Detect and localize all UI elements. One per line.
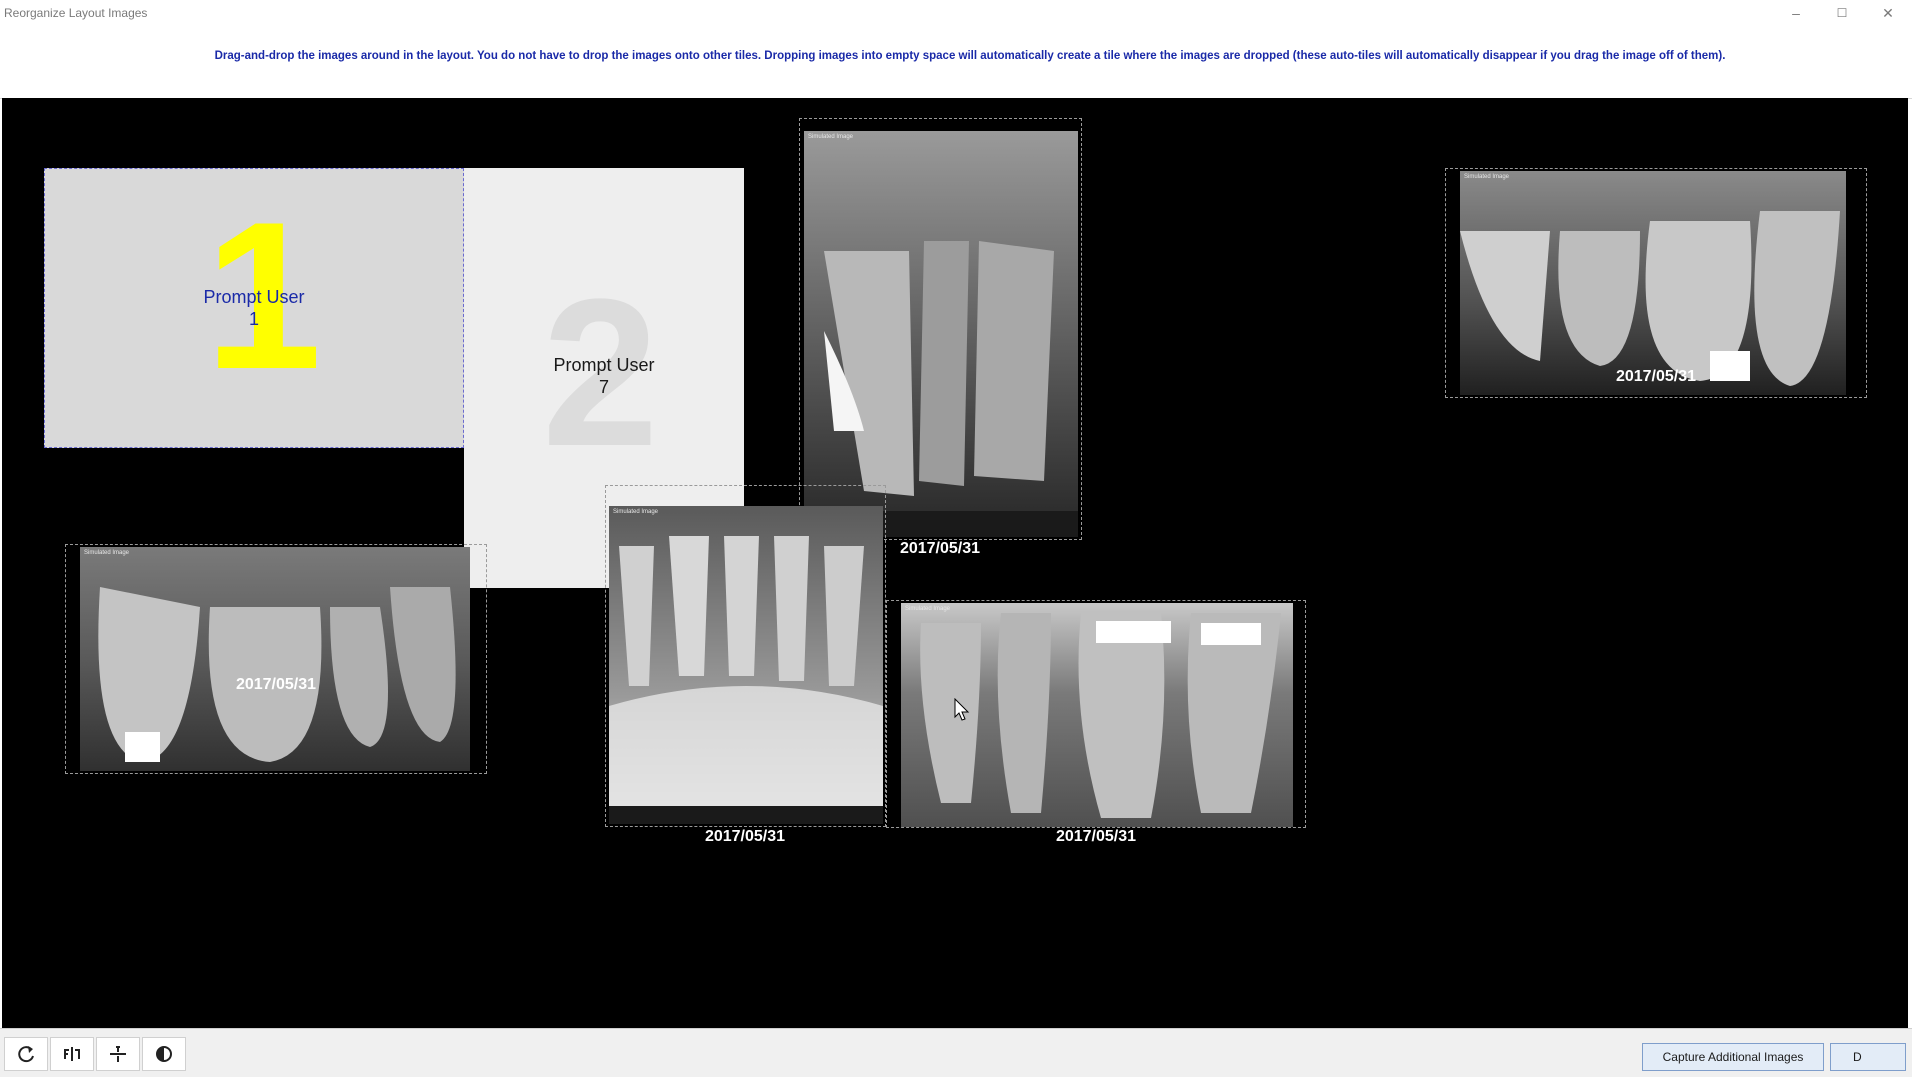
image-date-4: 2017/05/31 — [704, 828, 786, 845]
done-button[interactable]: D — [1830, 1043, 1906, 1071]
prompt-user-label-2: Prompt User 7 — [464, 354, 744, 398]
prompt-user-text-2: Prompt User — [553, 355, 655, 375]
image-tile-5[interactable]: Simulated Image — [886, 600, 1306, 828]
flip-horizontal-button[interactable] — [50, 1037, 94, 1071]
maximize-button[interactable]: ☐ — [1820, 0, 1864, 26]
instructions-text: Drag-and-drop the images around in the l… — [214, 50, 1726, 62]
capture-additional-images-button[interactable]: Capture Additional Images — [1642, 1043, 1824, 1071]
xray-image-3[interactable]: Simulated Image — [80, 547, 470, 771]
xray-image-2[interactable]: Simulated Image — [1460, 171, 1846, 395]
simulated-image-label-4: Simulated Image — [613, 509, 659, 515]
title-bar: Reorganize Layout Images – ☐ ✕ — [0, 0, 1912, 27]
image-tile-4[interactable]: Simulated Image — [605, 485, 886, 827]
close-button[interactable]: ✕ — [1866, 0, 1910, 26]
image-date-5: 2017/05/31 — [1055, 828, 1137, 845]
contrast-button[interactable] — [142, 1037, 186, 1071]
instructions-panel: Drag-and-drop the images around in the l… — [0, 26, 1912, 99]
image-date-3: 2017/05/31 — [235, 676, 317, 693]
simulated-image-label-5: Simulated Image — [905, 606, 951, 612]
window-title: Reorganize Layout Images — [4, 6, 148, 20]
flip-vertical-button[interactable] — [96, 1037, 140, 1071]
flip-vertical-icon — [110, 1046, 126, 1062]
simulated-image-label-1: Simulated Image — [808, 134, 854, 140]
prompt-user-id-2: 7 — [598, 377, 609, 397]
prompt-user-label-1: Prompt User 1 — [45, 286, 463, 330]
xray-image-1[interactable]: Simulated Image — [804, 131, 1078, 537]
image-tile-2[interactable]: Simulated Image — [1445, 168, 1867, 398]
minimize-button[interactable]: – — [1774, 0, 1818, 26]
mouse-cursor-icon — [954, 698, 970, 721]
image-date-2: 2017/05/31 — [1615, 368, 1697, 385]
prompt-user-id-1: 1 — [248, 309, 259, 329]
bottom-toolbar: Capture Additional Images D — [0, 1028, 1912, 1077]
xray-image-4[interactable]: Simulated Image — [609, 506, 883, 824]
rotate-icon — [18, 1046, 34, 1063]
image-tile-1[interactable]: Simulated Image — [799, 118, 1082, 540]
simulated-image-label-3: Simulated Image — [84, 550, 130, 556]
image-tile-3[interactable]: Simulated Image — [65, 544, 487, 774]
prompt-user-text-1: Prompt User — [203, 287, 305, 307]
rotate-button[interactable] — [4, 1037, 48, 1071]
simulated-image-label-2: Simulated Image — [1464, 174, 1510, 180]
prompt-tile-1[interactable]: 1 Prompt User 1 — [44, 168, 464, 448]
layout-canvas[interactable]: 1 Prompt User 1 2 Prompt User 7 Simulate… — [2, 98, 1908, 1028]
flip-horizontal-icon — [64, 1047, 80, 1061]
contrast-icon — [156, 1046, 172, 1062]
